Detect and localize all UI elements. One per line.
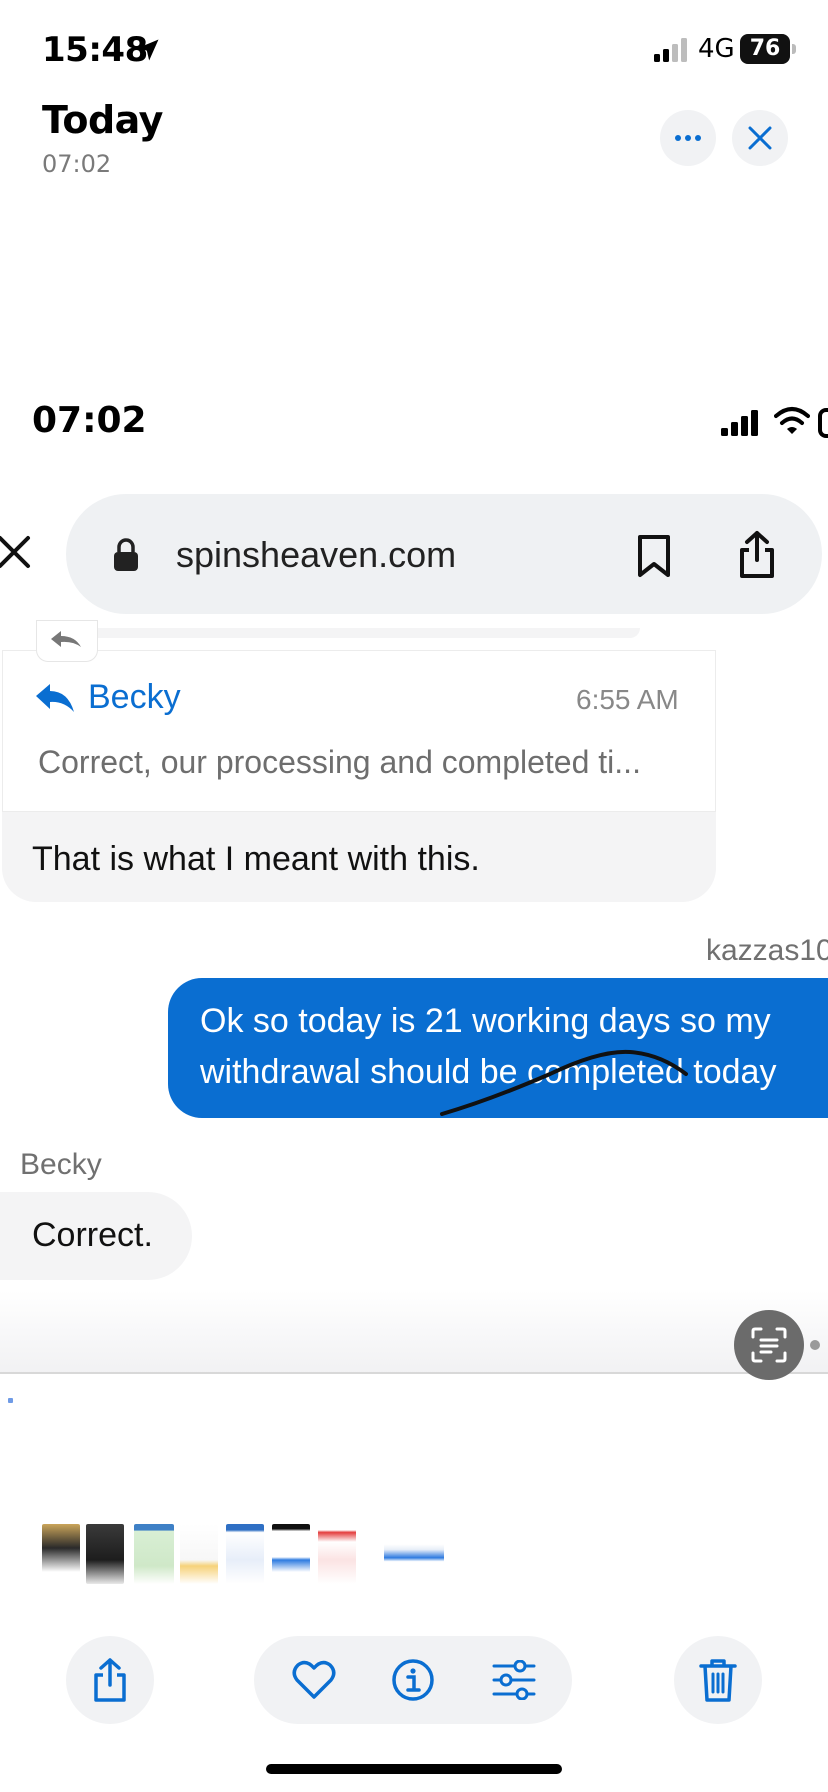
lock-icon bbox=[114, 538, 138, 571]
cellular-signal-icon bbox=[654, 38, 687, 62]
quote-preview: Correct, our processing and completed ti… bbox=[38, 744, 641, 780]
share-button[interactable] bbox=[66, 1636, 154, 1724]
thumbnail[interactable] bbox=[318, 1524, 356, 1584]
screenshot-battery-icon bbox=[818, 408, 828, 438]
incoming-sender: Becky bbox=[20, 1148, 102, 1181]
incoming-message-text: Correct. bbox=[32, 1216, 153, 1254]
share-icon bbox=[94, 1658, 126, 1702]
screenshot-status-time: 07:02 bbox=[32, 400, 147, 441]
sliders-icon[interactable] bbox=[492, 1660, 536, 1700]
battery-level: 76 bbox=[740, 34, 790, 64]
live-text-icon bbox=[751, 1327, 787, 1363]
thumbnail[interactable] bbox=[134, 1524, 174, 1584]
browser-share-icon[interactable] bbox=[736, 530, 778, 580]
live-text-button[interactable] bbox=[734, 1310, 804, 1380]
reply-arrow-icon bbox=[36, 684, 74, 712]
reply-icon bbox=[51, 631, 81, 647]
quote-time: 6:55 AM bbox=[576, 684, 679, 715]
close-icon bbox=[748, 126, 772, 150]
page-title: Today bbox=[42, 98, 163, 142]
ellipsis-icon bbox=[675, 135, 701, 141]
thumbnail[interactable] bbox=[226, 1524, 264, 1584]
network-type: 4G bbox=[698, 34, 735, 64]
browser-close-icon[interactable] bbox=[0, 530, 34, 574]
thumbnail[interactable] bbox=[272, 1524, 310, 1584]
page-subtitle: 07:02 bbox=[42, 150, 112, 178]
trash-icon bbox=[699, 1659, 737, 1702]
thumbnail[interactable] bbox=[180, 1524, 218, 1584]
quote-sender: Becky bbox=[88, 678, 181, 716]
url-text[interactable]: spinsheaven.com bbox=[176, 534, 456, 576]
wifi-icon bbox=[774, 407, 810, 434]
delete-button[interactable] bbox=[674, 1636, 762, 1724]
screenshot-signal-icon bbox=[721, 410, 758, 436]
screenshot-bottom-edge bbox=[0, 1372, 828, 1374]
screenshot-bottom-fade bbox=[0, 1290, 828, 1374]
battery-cap bbox=[792, 44, 796, 54]
location-arrow-icon bbox=[137, 39, 159, 61]
close-button[interactable] bbox=[732, 110, 788, 166]
previous-message-edge bbox=[40, 628, 640, 638]
bookmark-icon[interactable] bbox=[636, 534, 672, 578]
thumbnail-selected[interactable] bbox=[384, 1528, 444, 1582]
page-dot bbox=[810, 1340, 820, 1350]
heart-icon[interactable] bbox=[292, 1660, 336, 1700]
more-button[interactable] bbox=[660, 110, 716, 166]
thumbnail[interactable] bbox=[42, 1524, 80, 1584]
outgoing-sender: kazzas10 bbox=[706, 934, 828, 967]
info-icon[interactable] bbox=[391, 1658, 435, 1702]
marker-dot bbox=[8, 1398, 13, 1403]
quote-header bbox=[2, 650, 716, 812]
reply-message-text: That is what I meant with this. bbox=[32, 840, 480, 878]
home-indicator bbox=[266, 1764, 562, 1774]
markup-scribble bbox=[440, 1049, 688, 1116]
status-time: 15:48 bbox=[42, 30, 148, 70]
reply-chip[interactable] bbox=[36, 620, 98, 662]
thumbnail[interactable] bbox=[86, 1524, 124, 1584]
